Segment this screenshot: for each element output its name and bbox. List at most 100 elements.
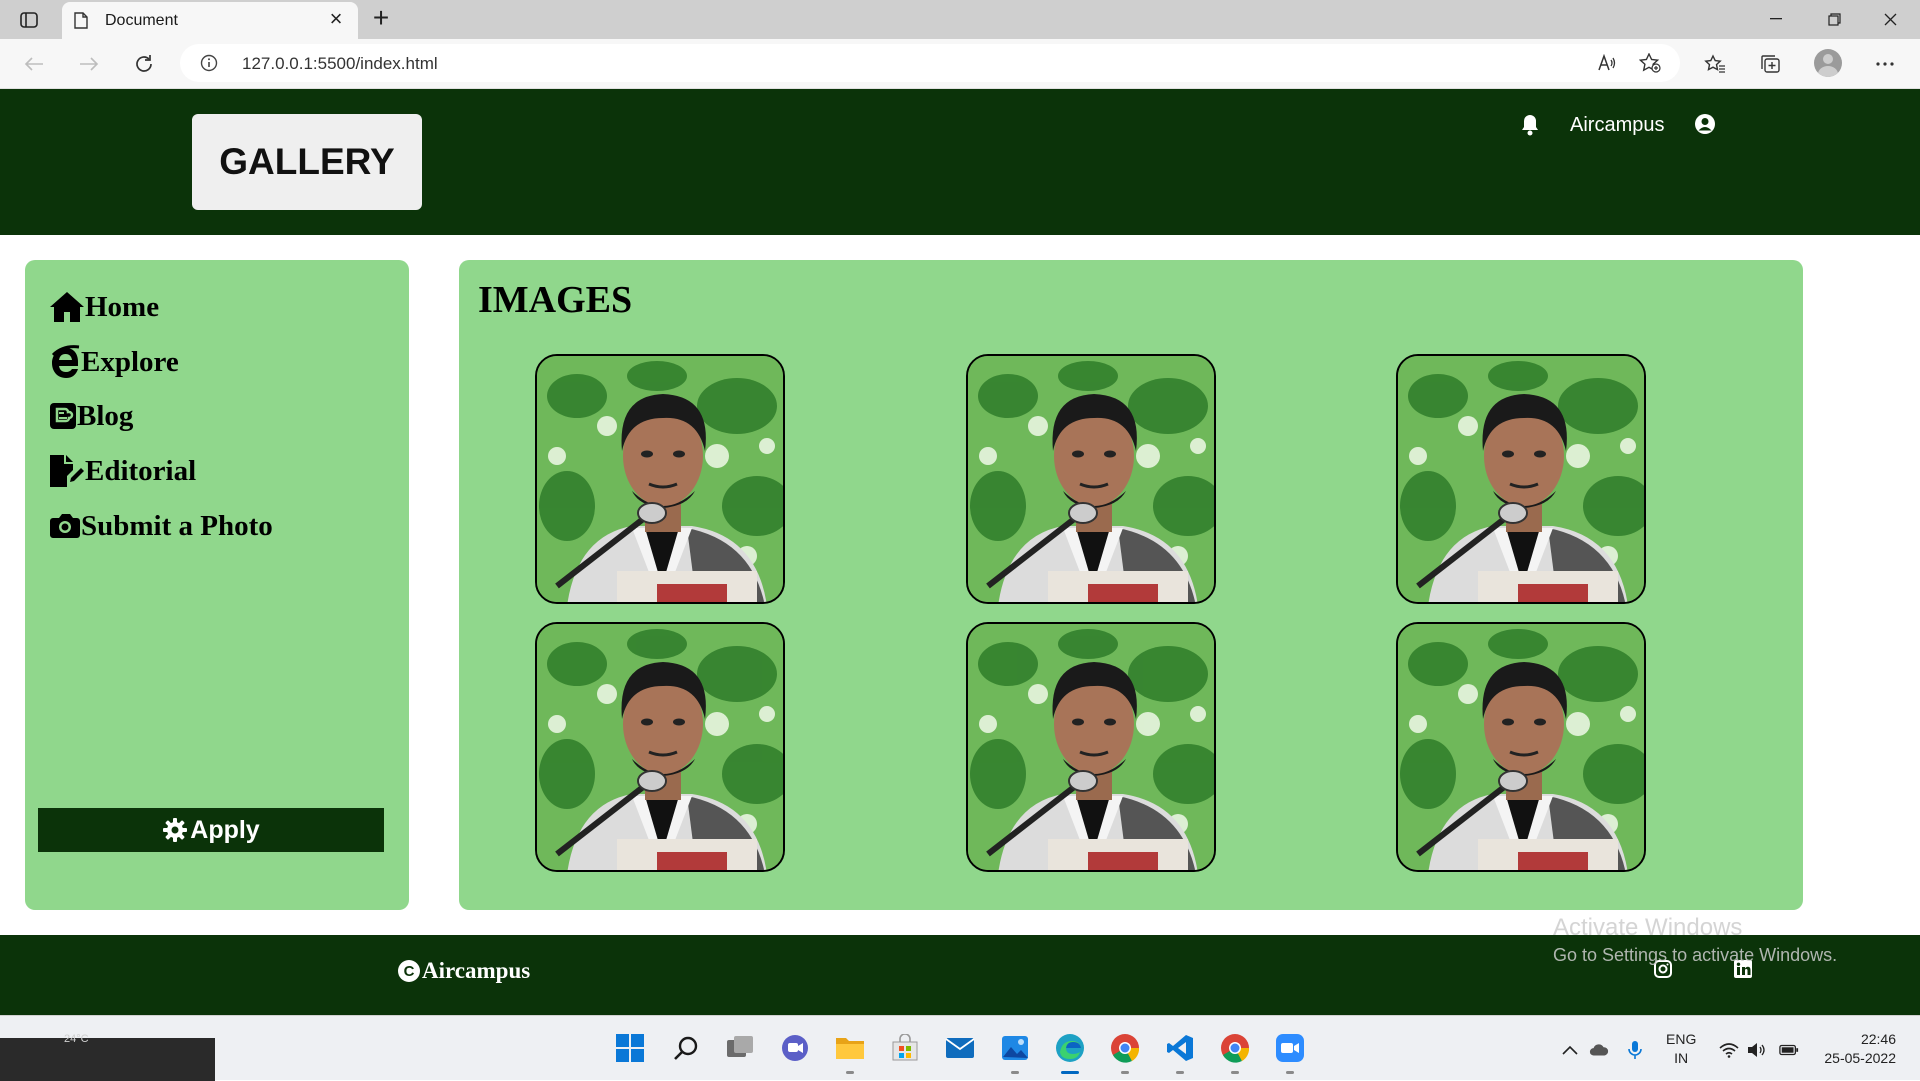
start-button[interactable]: [612, 1030, 648, 1066]
clock-date: 25-05-2022: [1824, 1050, 1896, 1066]
edge-icon: [1056, 1034, 1084, 1062]
gallery-image[interactable]: [966, 622, 1216, 872]
folder-icon: [836, 1038, 864, 1059]
chrome-profile-1-button[interactable]: [1107, 1030, 1143, 1066]
tab-actions-button[interactable]: [14, 8, 44, 32]
header-username[interactable]: Aircampus: [1570, 114, 1664, 137]
site-info-icon: [200, 54, 218, 72]
battery-button[interactable]: [1779, 1040, 1799, 1060]
portrait-image-art: [968, 356, 1214, 602]
document-icon: [74, 12, 88, 29]
taskbar-running-indicator: [1176, 1071, 1184, 1074]
sidebar-item-label: Home: [85, 290, 160, 323]
language-indicator[interactable]: ENG IN: [1666, 1030, 1696, 1068]
taskbar-running-indicator: [1011, 1071, 1019, 1074]
bell-icon[interactable]: [1519, 113, 1541, 137]
images-panel: IMAGES: [459, 260, 1803, 910]
copyright-icon: C: [398, 960, 420, 982]
star-add-icon: [1639, 53, 1661, 73]
user-circle-icon[interactable]: [1694, 113, 1716, 135]
favorites-button[interactable]: [1699, 49, 1731, 79]
system-clock[interactable]: 22:46 25-05-2022: [1812, 1030, 1896, 1068]
taskbar-running-indicator: [1121, 1071, 1129, 1074]
collections-button[interactable]: [1755, 49, 1787, 79]
gallery-image[interactable]: [535, 622, 785, 872]
copyright-text: Aircampus: [422, 958, 531, 983]
store-icon: [892, 1034, 918, 1061]
browser-tab-active[interactable]: Document ×: [62, 2, 358, 39]
gallery-image[interactable]: [1396, 622, 1646, 872]
sidebar-item-home[interactable]: Home: [49, 287, 159, 327]
portrait-image-art: [537, 624, 783, 870]
gallery-image[interactable]: [535, 354, 785, 604]
add-favorite-button[interactable]: [1635, 48, 1665, 78]
zoom-icon: [1276, 1034, 1304, 1062]
close-window-button[interactable]: [1867, 4, 1913, 34]
sidebar-item-editorial[interactable]: Editorial: [49, 451, 196, 491]
mail-icon: [945, 1038, 975, 1058]
portrait-image-art: [1398, 356, 1644, 602]
search-icon: [674, 1036, 698, 1060]
task-view-button[interactable]: [722, 1030, 758, 1066]
search-button[interactable]: [668, 1030, 704, 1066]
chrome-profile-2-button[interactable]: [1217, 1030, 1253, 1066]
profile-avatar-icon[interactable]: [1814, 49, 1842, 77]
wifi-icon: [1719, 1043, 1739, 1058]
minimize-button[interactable]: [1753, 4, 1799, 34]
chevron-up-icon: [1562, 1045, 1578, 1055]
store-button[interactable]: [887, 1030, 923, 1066]
show-hidden-icons-button[interactable]: [1560, 1040, 1580, 1060]
refresh-button[interactable]: [128, 49, 160, 79]
refresh-icon: [136, 55, 152, 72]
sidebar-item-label: Blog: [77, 399, 134, 432]
teams-chat-button[interactable]: [777, 1030, 813, 1066]
favorites-icon: [1704, 54, 1725, 73]
collections-icon: [1761, 55, 1780, 73]
tab-title: Document: [105, 12, 178, 29]
file-signature-icon: [50, 455, 84, 487]
weather-widget[interactable]: 24°C: [0, 1033, 215, 1081]
more-dots-icon: [1876, 62, 1894, 66]
language-code: ENG: [1666, 1031, 1697, 1047]
gallery-image[interactable]: [1396, 354, 1646, 604]
photos-button[interactable]: [997, 1030, 1033, 1066]
taskbar-active-indicator: [1061, 1071, 1079, 1074]
read-aloud-icon: [1598, 54, 1616, 71]
microphone-icon: [1628, 1041, 1642, 1059]
speaker-icon: [1748, 1043, 1765, 1057]
windows-logo-icon: [616, 1034, 644, 1062]
internet-explorer-icon: [51, 345, 80, 378]
windows-taskbar: 24°C ENG IN 22:46 25-05-2022: [0, 1015, 1920, 1081]
file-explorer-button[interactable]: [832, 1030, 868, 1066]
restore-button[interactable]: [1811, 4, 1857, 34]
more-menu-button[interactable]: [1869, 49, 1901, 79]
sidebar-item-submit-photo[interactable]: Submit a Photo: [49, 506, 273, 546]
onedrive-button[interactable]: [1589, 1040, 1609, 1060]
url-field[interactable]: 127.0.0.1:5500/index.html: [180, 44, 1680, 82]
chat-icon: [782, 1035, 808, 1061]
volume-button[interactable]: [1746, 1040, 1766, 1060]
read-aloud-button[interactable]: [1592, 48, 1622, 78]
site-logo[interactable]: GALLERY: [192, 114, 422, 210]
new-tab-button[interactable]: +: [366, 4, 396, 34]
apply-button[interactable]: Apply: [38, 808, 384, 852]
sidebar-item-blog[interactable]: Blog: [49, 396, 133, 436]
back-button[interactable]: [18, 49, 50, 79]
vscode-button[interactable]: [1162, 1030, 1198, 1066]
forward-button[interactable]: [73, 49, 105, 79]
minimize-icon: [1770, 18, 1782, 20]
gear-icon: [163, 818, 188, 842]
zoom-button[interactable]: [1272, 1030, 1308, 1066]
task-view-icon: [727, 1036, 753, 1057]
chrome-icon: [1111, 1034, 1140, 1063]
taskbar-running-indicator: [1231, 1071, 1239, 1074]
tab-close-button[interactable]: ×: [324, 8, 348, 32]
sidebar-item-explore[interactable]: Explore: [49, 342, 179, 382]
gallery-image[interactable]: [966, 354, 1216, 604]
microphone-button[interactable]: [1625, 1040, 1645, 1060]
mail-button[interactable]: [942, 1030, 978, 1066]
taskbar-running-indicator: [846, 1071, 854, 1074]
region-code: IN: [1674, 1050, 1689, 1066]
edge-browser-button[interactable]: [1052, 1030, 1088, 1066]
wifi-button[interactable]: [1719, 1040, 1739, 1060]
